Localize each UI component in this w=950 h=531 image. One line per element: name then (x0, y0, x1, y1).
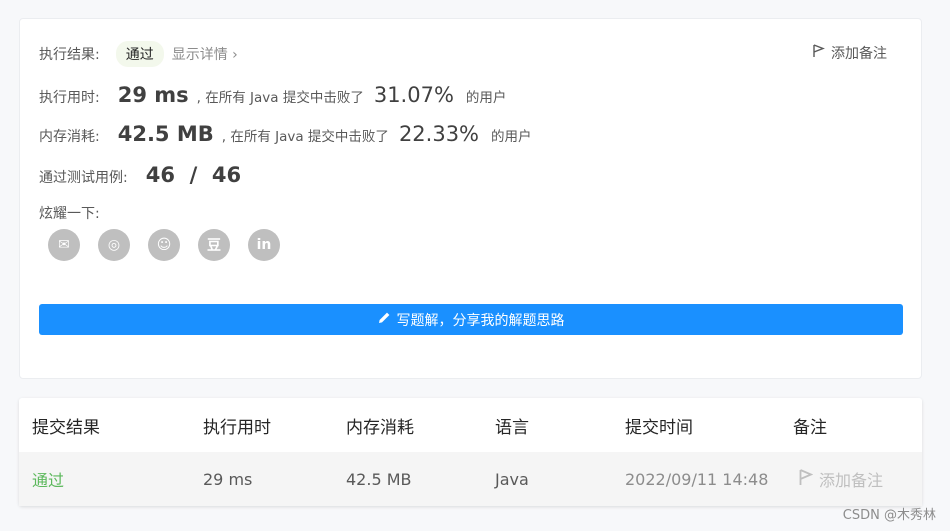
memory-percent: 22.33% (398, 122, 480, 146)
testcase-row: 通过测试用例: 46 / 46 (39, 163, 241, 187)
add-note-label: 添加备注 (831, 46, 887, 62)
write-solution-label: 写题解，分享我的解题思路 (396, 312, 565, 329)
runtime-text: , 在所有 Java 提交中击败了 (196, 90, 364, 106)
header-submit-time: 提交时间 (625, 417, 693, 438)
show-details-link[interactable]: 显示详情 › (172, 44, 238, 64)
row-submit-time: 2022/09/11 14:48 (625, 469, 769, 489)
result-label: 执行结果: (39, 47, 100, 63)
submission-table: 提交结果 执行用时 内存消耗 语言 提交时间 备注 通过 29 ms 42.5 … (19, 398, 922, 506)
pencil-icon (378, 311, 391, 328)
add-note-button[interactable]: 添加备注 (813, 43, 887, 63)
header-result: 提交结果 (32, 417, 100, 438)
row-memory: 42.5 MB (346, 469, 412, 489)
row-language: Java (495, 469, 529, 489)
result-row: 执行结果: 通过 显示详情 › (39, 41, 238, 67)
submission-summary-card: 执行结果: 通过 显示详情 › 添加备注 执行用时: 29 ms , 在所有 J… (19, 18, 922, 379)
runtime-row: 执行用时: 29 ms , 在所有 Java 提交中击败了 31.07% 的用户 (39, 83, 506, 107)
flag-icon (813, 44, 825, 62)
row-result-link[interactable]: 通过 (32, 467, 64, 491)
memory-value: 42.5 MB (117, 122, 214, 146)
weibo-icon[interactable]: ◎ (98, 229, 130, 261)
testcase-label: 通过测试用例: (39, 170, 128, 186)
memory-text: , 在所有 Java 提交中击败了 (221, 129, 389, 145)
table-header: 提交结果 执行用时 内存消耗 语言 提交时间 备注 (19, 398, 922, 452)
linkedin-icon[interactable]: in (248, 229, 280, 261)
row-add-note-button[interactable]: 添加备注 (799, 467, 883, 491)
runtime-percent: 31.07% (373, 83, 454, 107)
header-memory: 内存消耗 (346, 417, 414, 438)
flag-icon (799, 468, 814, 490)
runtime-suffix: 的用户 (465, 90, 507, 106)
watermark: CSDN @木秀林 (842, 508, 936, 523)
wechat-icon[interactable]: ✉ (48, 229, 80, 261)
runtime-value: 29 ms (117, 83, 189, 107)
runtime-label: 执行用时: (39, 90, 100, 106)
testcase-value: 46 / 46 (145, 163, 242, 187)
memory-label: 内存消耗: (39, 129, 100, 145)
header-runtime: 执行用时 (203, 417, 271, 438)
share-label-row: 炫耀一下: (39, 203, 100, 223)
share-buttons: ✉ ◎ ☺ 豆 in (48, 229, 280, 261)
write-solution-button[interactable]: 写题解，分享我的解题思路 (39, 304, 903, 335)
douban-icon[interactable]: 豆 (198, 229, 230, 261)
qq-icon[interactable]: ☺ (148, 229, 180, 261)
row-runtime: 29 ms (203, 469, 253, 489)
memory-row: 内存消耗: 42.5 MB , 在所有 Java 提交中击败了 22.33% 的… (39, 122, 532, 146)
memory-suffix: 的用户 (491, 129, 532, 145)
header-language: 语言 (495, 417, 529, 438)
row-add-note-label: 添加备注 (819, 471, 884, 490)
status-badge: 通过 (115, 41, 164, 67)
table-row: 通过 29 ms 42.5 MB Java 2022/09/11 14:48 添… (19, 452, 922, 506)
header-note: 备注 (793, 417, 827, 438)
share-label: 炫耀一下: (39, 206, 100, 222)
